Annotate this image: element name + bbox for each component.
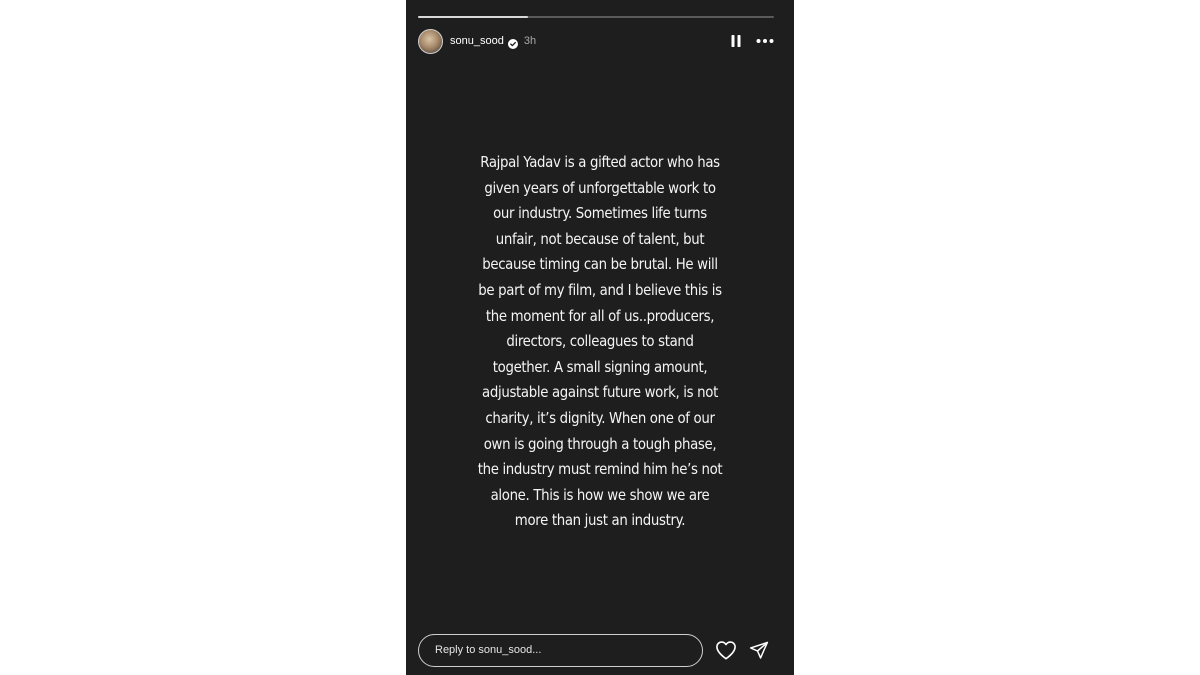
heart-icon[interactable]: [715, 640, 737, 660]
pause-icon[interactable]: [730, 34, 742, 48]
username[interactable]: sonu_sood: [450, 35, 504, 47]
verified-badge-icon: [507, 36, 518, 49]
story-header: sonu_sood 3h: [418, 28, 774, 54]
story-footer: Reply to sonu_sood...: [418, 632, 774, 668]
story-progress-fill: [418, 16, 529, 18]
avatar[interactable]: [418, 28, 443, 54]
more-icon[interactable]: [756, 38, 774, 44]
story-text: Rajpal Yadav is a gifted actor who has g…: [477, 153, 723, 530]
send-icon[interactable]: [749, 640, 769, 660]
story-viewer[interactable]: sonu_sood 3h Rajpal Yadav is a gifted ac…: [406, 0, 794, 675]
story-progress-bar: [418, 16, 774, 18]
header-actions: [730, 34, 774, 48]
post-time: 3h: [523, 35, 537, 47]
reply-input[interactable]: Reply to sonu_sood...: [418, 633, 703, 667]
